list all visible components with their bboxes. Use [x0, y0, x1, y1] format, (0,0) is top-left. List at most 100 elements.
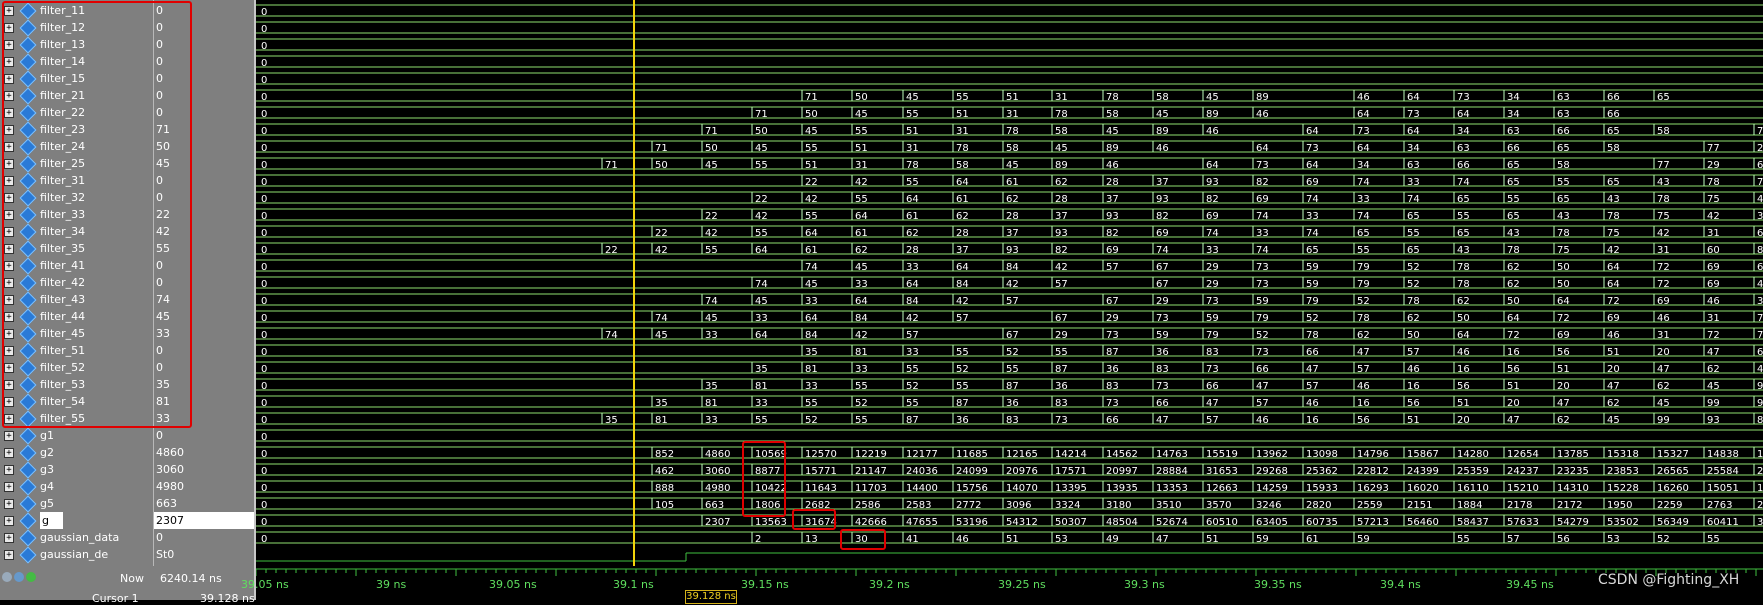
bus-value: 83: [1006, 415, 1019, 426]
bus-value: 16110: [1457, 483, 1489, 494]
bus-value: 28: [1006, 211, 1019, 222]
bus-value: 0: [261, 415, 267, 426]
bus-value: 46: [1206, 126, 1219, 137]
bus-value: 79: [1306, 296, 1319, 307]
bus-value: 34: [1507, 109, 1520, 120]
bus-value: 64: [1407, 126, 1420, 137]
bus-value: 47: [1707, 347, 1720, 358]
bus-value: 33: [755, 313, 768, 324]
cursor-time-tag[interactable]: 39.128 ns: [685, 590, 737, 604]
bus-value: 83: [1106, 381, 1119, 392]
bus-value: 65: [1357, 228, 1370, 239]
bus-value: 20: [1557, 381, 1570, 392]
signal-row-gaussian_data[interactable]: + gaussian_data: [0, 529, 154, 547]
bus-value: 33: [1357, 194, 1370, 205]
signal-row-g2[interactable]: + g2: [0, 444, 154, 462]
expand-icon[interactable]: +: [4, 482, 14, 492]
bus-value: 29: [1707, 160, 1720, 171]
bus-value: 56: [1557, 347, 1570, 358]
bus-value: 65: [1507, 211, 1520, 222]
bus-value: 14763: [1156, 449, 1188, 460]
bus-value: 36: [1106, 364, 1119, 375]
expand-icon[interactable]: +: [4, 499, 14, 509]
bus-value: 1884: [1457, 500, 1482, 511]
bus-value: 37: [956, 245, 969, 256]
expand-icon[interactable]: +: [4, 533, 14, 543]
bus-value: 78: [1607, 211, 1620, 222]
bus-value: 33: [906, 262, 919, 273]
bus-value: 37: [1006, 228, 1019, 239]
bus-value: 2307: [705, 517, 730, 528]
bus-value: 0: [261, 109, 267, 120]
bus-value: 87: [906, 415, 919, 426]
bus-value: 16: [1507, 347, 1520, 358]
bus-value: 0: [261, 194, 267, 205]
bus-value: 75: [1657, 211, 1670, 222]
bus-value: 73: [1156, 313, 1169, 324]
time-tick-label: 39.3 ns: [1124, 578, 1165, 591]
bus-value: 28: [956, 228, 969, 239]
bus-value: 34: [1407, 143, 1420, 154]
bus-value: 35: [705, 381, 718, 392]
bus-value: 57: [1055, 279, 1068, 290]
signal-row-gaussian_de[interactable]: + gaussian_de: [0, 546, 154, 564]
expand-icon[interactable]: +: [4, 550, 14, 560]
bus-value: 62: [1055, 177, 1068, 188]
bus-value: 65: [1607, 126, 1620, 137]
bus-value: 55: [755, 228, 768, 239]
bus-value: 15318: [1607, 449, 1639, 460]
waveform-pane[interactable]: 000000 71 50 45 55 51 31 78 58 45 89 46 64 73 34 63 66 65…: [256, 0, 1763, 566]
bus-value: 29268: [1256, 466, 1288, 477]
bus-value: 0: [261, 58, 267, 69]
signal-row-g5[interactable]: + g5: [0, 495, 154, 513]
time-tick-label: 39.35 ns: [1254, 578, 1302, 591]
bus-value: 13962: [1256, 449, 1288, 460]
bus-value: 46: [1106, 160, 1119, 171]
bus-value: 0: [261, 126, 267, 137]
bus-value: 3: [1757, 211, 1763, 222]
bus-value: 51: [1457, 398, 1470, 409]
highlight-box-gaussian-value: [840, 529, 886, 550]
bus-value: 65: [1457, 194, 1470, 205]
bus-value: 74: [1156, 245, 1169, 256]
bus-value: 46: [1757, 279, 1763, 290]
bus-value: 60411: [1707, 517, 1739, 528]
expand-icon[interactable]: +: [4, 465, 14, 475]
bus-value: 0: [261, 313, 267, 324]
bus-value: 93: [1106, 211, 1119, 222]
bus-value: 75: [1607, 228, 1620, 239]
expand-icon[interactable]: +: [4, 448, 14, 458]
time-tick-label: 39.05 ns: [489, 578, 537, 591]
bus-value: 51: [855, 143, 868, 154]
bus-value: 36: [1006, 398, 1019, 409]
bus-value: 78: [1407, 296, 1420, 307]
bus-value: 67: [1156, 262, 1169, 273]
bus-value: 0: [261, 211, 267, 222]
bus-value: 42: [1006, 279, 1019, 290]
bus-value: 45: [1106, 126, 1119, 137]
bus-value: 46: [1256, 109, 1269, 120]
bus-value: 64: [906, 279, 919, 290]
expand-icon[interactable]: +: [4, 431, 14, 441]
bus-value: 20: [1457, 415, 1470, 426]
bus-value: 2: [1757, 143, 1763, 154]
bus-value: 14400: [906, 483, 938, 494]
expand-icon[interactable]: +: [4, 516, 14, 526]
bus-value: 60735: [1306, 517, 1338, 528]
bus-value: 69: [1657, 296, 1670, 307]
bus-value: 65: [1507, 160, 1520, 171]
signal-row-g1[interactable]: + g1: [0, 427, 154, 445]
signal-type-icon: [19, 495, 37, 513]
bus-value: 0: [261, 296, 267, 307]
signal-row-g4[interactable]: + g4: [0, 478, 154, 496]
bus-value: 31: [855, 160, 868, 171]
bus-value: 59: [1156, 330, 1169, 341]
bus-value: 17571: [1055, 466, 1087, 477]
signal-row-g3[interactable]: + g3: [0, 461, 154, 479]
bus-value: 14214: [1055, 449, 1087, 460]
bus-value: 47: [1507, 415, 1520, 426]
bus-value: 0: [261, 262, 267, 273]
bus-value: 59: [1306, 279, 1319, 290]
bus-value: 78: [906, 160, 919, 171]
signal-row-g[interactable]: + g: [0, 512, 154, 530]
